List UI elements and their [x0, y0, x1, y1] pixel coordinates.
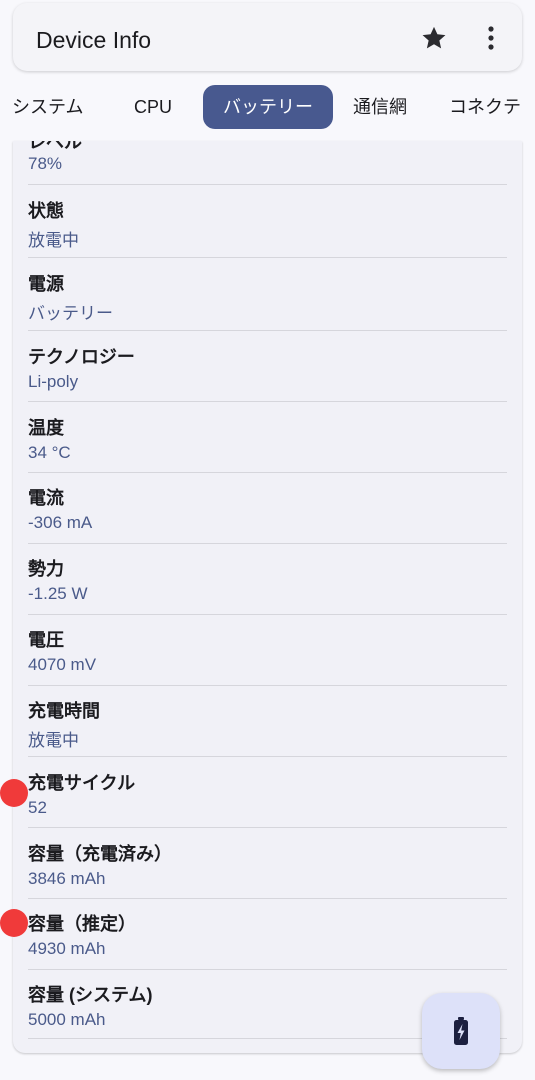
row-label: 電流: [28, 488, 64, 508]
list-item-temperature: 温度 34 °C: [28, 402, 507, 473]
touch-indicator: [0, 779, 28, 807]
row-value: 78%: [28, 154, 63, 173]
tab-connectivity[interactable]: コネクテ: [449, 85, 521, 129]
tab-cpu[interactable]: CPU: [134, 85, 172, 129]
row-label: 容量（充電済み）: [28, 844, 172, 864]
row-label: 充電サイクル: [28, 773, 136, 793]
row-value: 34 °C: [28, 443, 71, 462]
list-item-power: 勢力 -1.25 W: [28, 544, 507, 615]
list-item-charge-cycles: 充電サイクル 52: [28, 757, 507, 828]
touch-indicator: [0, 909, 28, 937]
row-value: 52: [28, 798, 47, 817]
row-label: 温度: [28, 418, 64, 438]
tab-network[interactable]: 通信網: [353, 85, 407, 129]
battery-fab-button[interactable]: [422, 993, 500, 1069]
list-item-status: 状態 放電中: [28, 184, 507, 258]
battery-info-list: レベル 78% 状態 放電中 電源 バッテリー テクノロジー Li-poly 温…: [13, 141, 522, 1053]
row-label: 容量 (システム): [28, 985, 153, 1005]
row-value: バッテリー: [28, 304, 113, 323]
row-label: 状態: [28, 201, 64, 221]
row-value: 放電中: [28, 731, 79, 750]
row-label: 電圧: [28, 630, 64, 650]
app-bar: Device Info: [13, 3, 522, 71]
tab-system[interactable]: システム: [12, 85, 83, 129]
row-label: 容量（推定）: [28, 914, 136, 934]
row-value: 4930 mAh: [28, 939, 106, 958]
row-value: 4070 mV: [28, 655, 97, 674]
row-value: 5000 mAh: [28, 1010, 106, 1029]
list-item-capacity-estimated: 容量（推定） 4930 mAh: [28, 899, 507, 970]
tab-bar: システム CPU バッテリー 通信網 コネクテ: [0, 83, 535, 131]
list-item-capacity-charged: 容量（充電済み） 3846 mAh: [28, 828, 507, 899]
app-title: Device Info: [36, 27, 152, 53]
row-label: 勢力: [28, 559, 64, 579]
list-item-power-source: 電源 バッテリー: [28, 258, 507, 331]
favorite-button[interactable]: [420, 24, 448, 52]
star-icon: [422, 26, 446, 49]
row-label: レベル: [28, 141, 82, 152]
list-item-current: 電流 -306 mA: [28, 473, 507, 544]
row-value: Li-poly: [28, 372, 79, 391]
more-options-button[interactable]: [480, 24, 502, 52]
row-label: 充電時間: [28, 701, 100, 721]
list-item-charge-time: 充電時間 放電中: [28, 686, 507, 757]
list-item-voltage: 電圧 4070 mV: [28, 615, 507, 686]
row-value: 3846 mAh: [28, 869, 106, 888]
row-label: 電源: [28, 274, 64, 294]
more-vert-icon: [488, 26, 494, 50]
list-item-level: レベル 78%: [28, 141, 507, 185]
list-item-technology: テクノロジー Li-poly: [28, 331, 507, 402]
battery-charging-icon: [454, 1017, 468, 1045]
row-value: 放電中: [28, 231, 79, 250]
row-value: -1.25 W: [28, 584, 88, 603]
row-label: テクノロジー: [28, 347, 135, 367]
row-value: -306 mA: [28, 513, 93, 532]
tab-battery[interactable]: バッテリー: [203, 85, 333, 129]
